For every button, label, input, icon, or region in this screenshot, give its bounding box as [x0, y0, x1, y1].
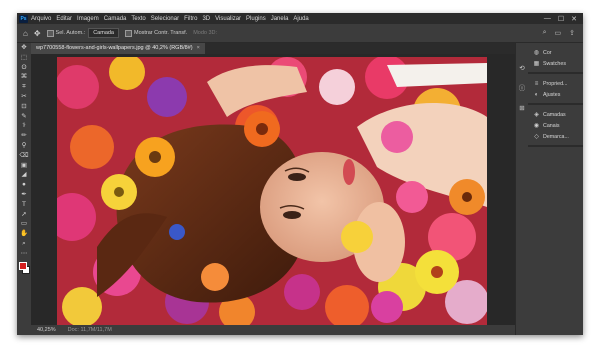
checkbox-icon[interactable]: [125, 29, 132, 37]
zoom-tool-icon[interactable]: ⌕: [17, 239, 31, 249]
menu-bar: Ps Arquivo Editar Imagem Camada Texto Se…: [17, 13, 583, 24]
slice-tool-icon[interactable]: ✂: [17, 92, 31, 102]
document-tab[interactable]: wp7700558-flowers-and-girls-wallpapers.j…: [31, 43, 205, 54]
auto-select-checkbox[interactable]: Sel. Autom.: Camada: [46, 28, 119, 38]
panel-group-properties: ≡ Propried... ◐ Ajustes: [528, 74, 583, 105]
swatches-grid-icon: ▦: [533, 61, 540, 67]
panel-swatches[interactable]: ▦ Swatches: [528, 58, 583, 69]
crop-tool-icon[interactable]: ⌗: [17, 82, 31, 92]
menu-filtro[interactable]: Filtro: [184, 16, 197, 22]
hand-tool-icon[interactable]: ✋: [17, 229, 31, 239]
panel-propriedades[interactable]: ≡ Propried...: [528, 78, 583, 89]
window-controls: — ☐ ✕: [544, 15, 577, 23]
menu-texto[interactable]: Texto: [131, 16, 145, 22]
history-icon[interactable]: ⟲: [519, 59, 524, 79]
rectangle-tool-icon[interactable]: ▭: [17, 219, 31, 229]
panel-canais[interactable]: ◉ Canais: [528, 120, 583, 131]
canvas-area[interactable]: [31, 54, 515, 325]
panel-label: Propried...: [543, 80, 568, 87]
healing-brush-tool-icon[interactable]: ⚕: [17, 121, 31, 131]
panel-group-color: ◍ Cor ▦ Swatches: [528, 43, 583, 74]
photoshop-window: Ps Arquivo Editar Imagem Camada Texto Se…: [17, 13, 583, 335]
panel-icon-strip: ⟲ ⓘ ⊞: [515, 43, 528, 335]
libraries-icon[interactable]: ⊞: [519, 99, 524, 119]
paths-icon: ◇: [534, 134, 539, 140]
tools-panel: ✥ ⬚ ʘ ⌘ ⌗ ✂ ⊡ ✎ ⚕ ✏ ⚲ ⌫ ▣ ◢ ● ✒ T ➚ ▭ ✋ …: [17, 43, 32, 335]
panel-label: Demarca...: [543, 133, 569, 140]
move-tool-icon[interactable]: ✥: [17, 43, 31, 53]
zoom-level[interactable]: 40,25%: [37, 327, 56, 333]
foreground-color-swatch[interactable]: [19, 261, 27, 270]
menu-arquivo[interactable]: Arquivo: [31, 16, 51, 22]
checkbox-icon[interactable]: [46, 29, 54, 37]
document-tab-title: wp7700558-flowers-and-girls-wallpapers.j…: [36, 45, 193, 51]
share-icon[interactable]: ⇪: [569, 29, 575, 37]
menu-ajuda[interactable]: Ajuda: [293, 16, 308, 22]
brush-tool-icon[interactable]: ✏: [17, 131, 31, 141]
panel-group-layers: ◈ Camadas ◉ Canais ◇ Demarca...: [528, 105, 583, 147]
properties-icon: ≡: [534, 80, 539, 87]
minimize-icon[interactable]: —: [544, 15, 551, 23]
layer-dropdown[interactable]: Camada: [88, 28, 119, 38]
panel-label: Cor: [543, 49, 552, 56]
more-tools-icon[interactable]: ⋯: [17, 249, 31, 259]
marquee-tool-icon[interactable]: ⬚: [17, 53, 31, 63]
panel-label: Canais: [543, 122, 560, 129]
path-selection-tool-icon[interactable]: ➚: [17, 210, 31, 220]
document-size: Doc: 11,7M/11,7M: [67, 327, 112, 333]
options-bar: ⌂ ✥ Sel. Autom.: Camada Mostrar Contr. T…: [17, 24, 583, 43]
panels-dock: ◍ Cor ▦ Swatches ≡ Propried... ◐ Ajustes…: [528, 43, 583, 335]
move-tool-icon[interactable]: ✥: [34, 29, 41, 38]
frame-tool-icon[interactable]: ⊡: [17, 102, 31, 112]
menu-selecionar[interactable]: Selecionar: [151, 16, 179, 22]
eyedropper-tool-icon[interactable]: ✎: [17, 112, 31, 122]
close-icon[interactable]: ✕: [571, 15, 577, 23]
panel-label: Camadas: [543, 111, 566, 118]
mode-3d-label: Modo 3D:: [193, 30, 218, 36]
clone-stamp-tool-icon[interactable]: ⚲: [17, 141, 31, 151]
dodge-tool-icon[interactable]: ●: [17, 180, 31, 190]
panel-label: Swatches: [543, 60, 566, 67]
menu-visualizar[interactable]: Visualizar: [215, 16, 241, 22]
flowers-and-girl-image: [57, 57, 487, 325]
document-tab-bar: wp7700558-flowers-and-girls-wallpapers.j…: [31, 43, 515, 54]
menu-3d[interactable]: 3D: [202, 16, 210, 22]
options-right-icons: ⌕ ▭ ⇪: [543, 29, 575, 37]
adjustments-icon: ◐: [534, 91, 539, 98]
workspace-icon[interactable]: ▭: [555, 29, 562, 37]
show-transform-label: Mostrar Contr. Transf.: [134, 30, 188, 36]
channels-icon: ◉: [533, 123, 540, 129]
color-swatches[interactable]: [18, 261, 30, 275]
panel-demarcadores[interactable]: ◇ Demarca...: [528, 131, 583, 142]
search-icon[interactable]: ⌕: [543, 29, 547, 37]
pen-tool-icon[interactable]: ✒: [17, 190, 31, 200]
document-image: [57, 57, 487, 325]
panel-ajustes[interactable]: ◐ Ajustes: [528, 89, 583, 100]
panel-cor[interactable]: ◍ Cor: [528, 47, 583, 58]
type-tool-icon[interactable]: T: [17, 200, 31, 210]
blur-tool-icon[interactable]: ◢: [17, 170, 31, 180]
status-bar: 40,25% Doc: 11,7M/11,7M: [31, 325, 515, 335]
menu-editar[interactable]: Editar: [56, 16, 72, 22]
maximize-icon[interactable]: ☐: [558, 15, 564, 23]
panel-label: Ajustes: [543, 91, 561, 98]
gradient-tool-icon[interactable]: ▣: [17, 161, 31, 171]
home-icon[interactable]: ⌂: [23, 29, 28, 38]
object-select-tool-icon[interactable]: ⌘: [17, 72, 31, 82]
photoshop-logo-icon: Ps: [19, 14, 28, 23]
layers-icon: ◈: [534, 112, 539, 118]
menu-janela[interactable]: Janela: [271, 16, 289, 22]
show-transform-checkbox[interactable]: Mostrar Contr. Transf.: [125, 29, 188, 37]
menu-camada[interactable]: Camada: [104, 16, 127, 22]
lasso-tool-icon[interactable]: ʘ: [17, 63, 31, 73]
info-icon[interactable]: ⓘ: [519, 79, 526, 99]
color-wheel-icon: ◍: [533, 50, 540, 56]
menu-plugins[interactable]: Plugins: [246, 16, 266, 22]
auto-select-label: Sel. Autom.:: [55, 30, 86, 36]
menu-imagem[interactable]: Imagem: [77, 16, 99, 22]
panel-camadas[interactable]: ◈ Camadas: [528, 109, 583, 120]
eraser-tool-icon[interactable]: ⌫: [17, 151, 31, 161]
close-tab-icon[interactable]: ×: [197, 45, 200, 51]
